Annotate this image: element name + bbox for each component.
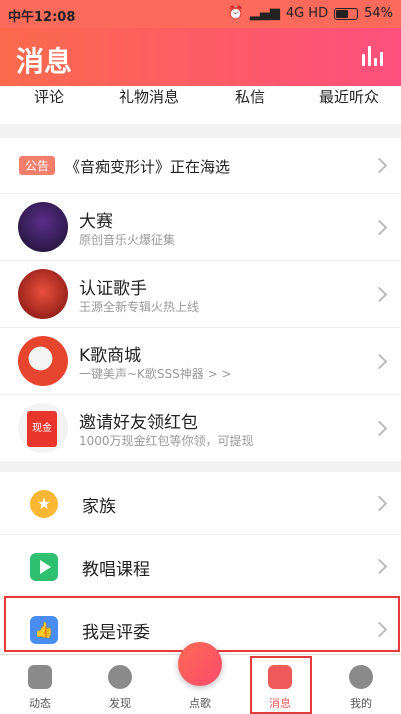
chevron-right-icon <box>371 353 388 370</box>
network-label: 4G HD <box>285 6 329 21</box>
chevron-right-icon <box>371 621 388 638</box>
list-item-title: 大赛 <box>79 212 113 232</box>
clock: 中午12:08 <box>8 10 76 25</box>
chevron-right-icon <box>371 157 388 174</box>
menu-item-label: 教唱课程 <box>82 560 150 580</box>
menu-item-label: 家族 <box>82 497 116 517</box>
list-item-subtitle: 一键美声~K歌SSS神器 > > <box>79 367 232 381</box>
nav-label: 点歌 <box>189 697 211 710</box>
message-tabs: 评论 礼物消息 私信 最近听众 <box>0 86 401 124</box>
nav-label: 动态 <box>29 697 51 710</box>
red-packet-icon: 现金 <box>27 411 57 447</box>
message-list: 公告 《音痴变形计》正在海选 大赛 原创音乐火爆征集 认证歌手 王源全新专辑火热… <box>0 138 401 461</box>
tab-comments[interactable]: 评论 <box>34 86 64 107</box>
shop-avatar <box>18 336 68 386</box>
search-icon <box>108 665 132 689</box>
status-bar: 中午12:08 ⏰ ▂▄▆ 4G HD 54% <box>0 0 401 28</box>
nav-profile[interactable]: 我的 <box>321 655 401 711</box>
menu-item-label: 我是评委 <box>82 623 150 643</box>
singer-avatar <box>18 269 68 319</box>
thumbs-up-icon: 👍 <box>30 616 58 644</box>
list-item-title: 认证歌手 <box>79 279 147 299</box>
contest-avatar <box>18 202 68 252</box>
envelope-icon <box>268 665 292 689</box>
nav-label: 发现 <box>109 697 131 710</box>
nav-label: 我的 <box>350 697 372 710</box>
star-hexagon-icon: ★ <box>30 490 58 518</box>
signal-icon: ▂▄▆ <box>249 6 280 21</box>
battery-icon <box>334 7 359 20</box>
chevron-right-icon <box>371 219 388 236</box>
now-playing-icon[interactable] <box>362 46 383 66</box>
chevron-right-icon <box>371 420 388 437</box>
nav-messages[interactable]: 消息 <box>240 655 320 711</box>
play-icon <box>30 553 58 581</box>
profile-icon <box>349 665 373 689</box>
list-item[interactable]: 大赛 原创音乐火爆征集 <box>0 194 401 261</box>
feed-icon <box>28 665 52 689</box>
red-packet-avatar: 现金 <box>18 403 68 453</box>
app-header: 消息 <box>0 28 401 86</box>
list-item-subtitle: 原创音乐火爆征集 <box>79 233 176 247</box>
list-item[interactable]: K歌商城 一键美声~K歌SSS神器 > > <box>0 328 401 395</box>
announcement-row[interactable]: 公告 《音痴变形计》正在海选 <box>0 138 401 194</box>
nav-feed[interactable]: 动态 <box>0 655 80 711</box>
tab-gifts[interactable]: 礼物消息 <box>119 86 179 107</box>
nav-label: 消息 <box>269 697 291 710</box>
song-request-fab-icon[interactable] <box>178 642 222 686</box>
chevron-right-icon <box>371 558 388 575</box>
list-item[interactable]: 认证歌手 王源全新专辑火热上线 <box>0 261 401 328</box>
list-item-title: K歌商城 <box>79 346 142 366</box>
chevron-right-icon <box>371 495 388 512</box>
list-item-title: 邀请好友领红包 <box>79 413 198 433</box>
tab-recent-listeners[interactable]: 最近听众 <box>319 86 379 107</box>
list-item-subtitle: 1000万现金红包等你领，可提现 <box>79 434 254 448</box>
list-item-subtitle: 王源全新专辑火热上线 <box>79 300 200 314</box>
tab-private-messages[interactable]: 私信 <box>235 86 265 107</box>
feature-menu: ★ 家族 教唱课程 👍 我是评委 <box>0 472 401 660</box>
alarm-icon: ⏰ <box>227 6 244 21</box>
list-item[interactable]: 现金 邀请好友领红包 1000万现金红包等你领，可提现 <box>0 395 401 461</box>
menu-item-family[interactable]: ★ 家族 <box>0 472 401 535</box>
menu-item-courses[interactable]: 教唱课程 <box>0 535 401 598</box>
announcement-text: 《音痴变形计》正在海选 <box>65 158 231 176</box>
nav-discover[interactable]: 发现 <box>80 655 160 711</box>
announcement-badge: 公告 <box>19 156 56 175</box>
page-title: 消息 <box>16 45 73 78</box>
battery-level: 54% <box>364 6 393 21</box>
chevron-right-icon <box>371 286 388 303</box>
